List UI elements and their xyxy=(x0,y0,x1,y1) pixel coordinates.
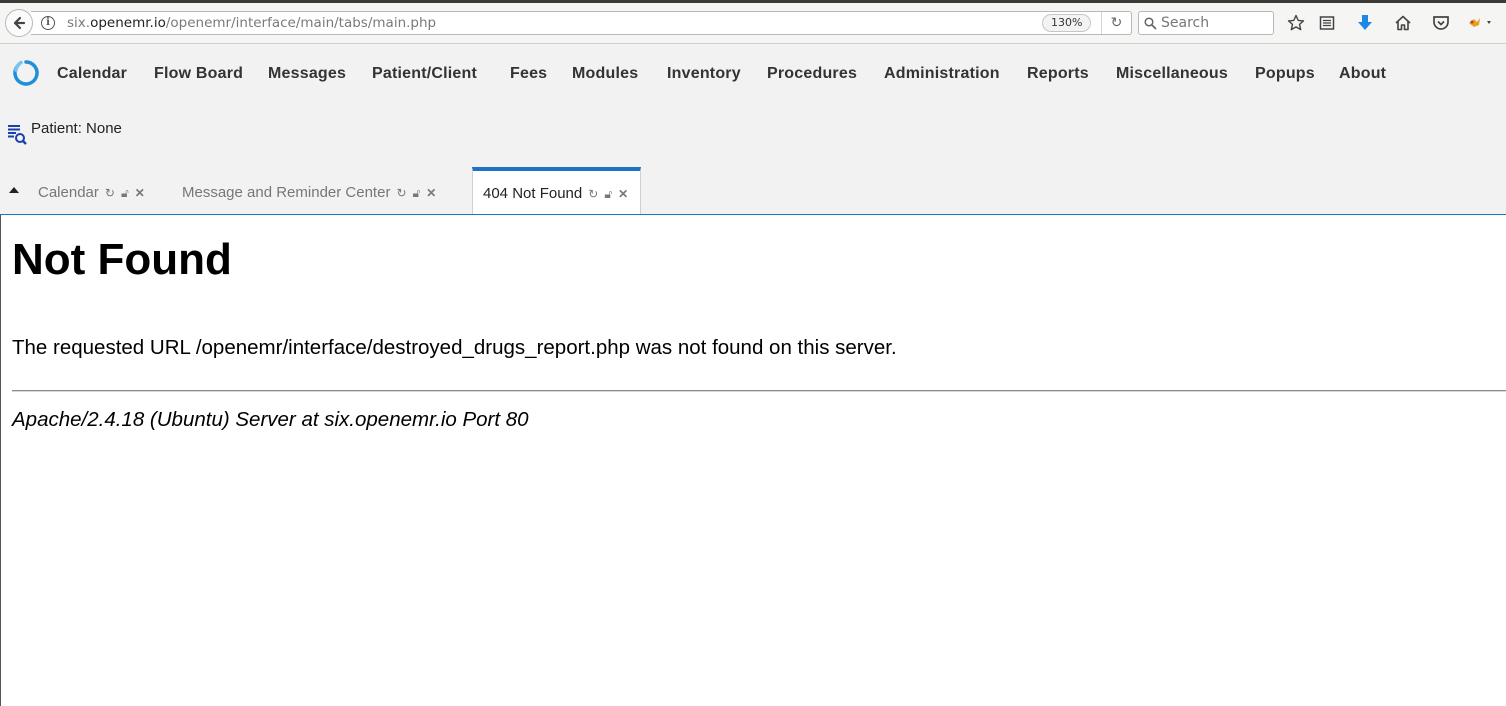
main-menu: Calendar Flow Board Messages Patient/Cli… xyxy=(0,52,1506,96)
content-frame: Not Found The requested URL /openemr/int… xyxy=(0,215,1506,706)
patient-label: Patient: None xyxy=(31,120,122,137)
menu-patient-client[interactable]: Patient/Client xyxy=(372,65,477,83)
tab-404-not-found[interactable]: 404 Not Found ↻ 🔓︎ ✕ xyxy=(472,167,642,215)
menu-procedures[interactable]: Procedures xyxy=(767,65,857,83)
menu-flow-board[interactable]: Flow Board xyxy=(154,65,243,83)
menu-fees[interactable]: Fees xyxy=(510,65,547,83)
tab-message-reminder-center[interactable]: Message and Reminder Center ↻ 🔓︎ ✕ xyxy=(182,167,436,215)
url-bar[interactable]: i six.openemr.io/openemr/interface/main/… xyxy=(31,11,1132,35)
server-signature: Apache/2.4.18 (Ubuntu) Server at six.ope… xyxy=(12,408,529,431)
zoom-level-badge[interactable]: 130% xyxy=(1042,14,1092,32)
extension-menu-icon[interactable] xyxy=(1465,12,1495,34)
menu-reports[interactable]: Reports xyxy=(1027,65,1089,83)
reload-icon[interactable]: ↻ xyxy=(1101,12,1131,34)
unlock-icon[interactable]: 🔓︎ xyxy=(413,186,421,201)
menu-administration[interactable]: Administration xyxy=(884,65,1000,83)
close-icon[interactable]: ✕ xyxy=(618,187,628,201)
tab-calendar[interactable]: Calendar ↻ 🔓︎ ✕ xyxy=(38,167,145,215)
tab-label: Calendar xyxy=(38,184,99,201)
refresh-icon[interactable]: ↻ xyxy=(105,186,115,200)
browser-search-box[interactable] xyxy=(1138,11,1274,35)
refresh-icon[interactable]: ↻ xyxy=(588,187,598,201)
openemr-logo-icon[interactable] xyxy=(12,59,40,87)
back-arrow-icon xyxy=(13,16,26,30)
search-icon xyxy=(1144,17,1157,30)
menu-calendar[interactable]: Calendar xyxy=(57,65,127,83)
tab-label: 404 Not Found xyxy=(483,185,583,202)
divider xyxy=(12,390,1506,392)
menu-popups[interactable]: Popups xyxy=(1255,65,1315,83)
bookmark-star-icon[interactable] xyxy=(1285,12,1307,34)
menu-modules[interactable]: Modules xyxy=(572,65,638,83)
browser-toolbar: i six.openemr.io/openemr/interface/main/… xyxy=(0,0,1506,44)
menu-inventory[interactable]: Inventory xyxy=(667,65,741,83)
refresh-icon[interactable]: ↻ xyxy=(396,186,406,200)
tab-bar: Calendar ↻ 🔓︎ ✕ Message and Reminder Center… xyxy=(0,167,1506,215)
menu-about[interactable]: About xyxy=(1339,65,1386,83)
site-info-icon[interactable]: i xyxy=(41,16,55,30)
unlock-icon[interactable]: 🔓︎ xyxy=(604,187,612,202)
search-input[interactable] xyxy=(1161,14,1269,32)
menu-messages[interactable]: Messages xyxy=(268,65,346,83)
patient-search-icon[interactable] xyxy=(6,124,28,150)
downloads-icon[interactable] xyxy=(1354,12,1376,34)
window-title-strip xyxy=(0,0,1506,3)
page-title: Not Found xyxy=(12,235,232,284)
home-icon[interactable] xyxy=(1392,12,1414,34)
close-icon[interactable]: ✕ xyxy=(135,186,145,200)
back-button[interactable] xyxy=(5,9,33,37)
collapse-caret-icon[interactable] xyxy=(9,187,19,193)
error-message: The requested URL /openemr/interface/des… xyxy=(12,336,897,359)
pocket-icon[interactable] xyxy=(1430,12,1452,34)
menu-miscellaneous[interactable]: Miscellaneous xyxy=(1116,65,1228,83)
url-text[interactable]: six.openemr.io/openemr/interface/main/ta… xyxy=(67,15,436,31)
unlock-icon[interactable]: 🔓︎ xyxy=(121,186,129,201)
reading-list-icon[interactable] xyxy=(1316,12,1338,34)
close-icon[interactable]: ✕ xyxy=(426,186,436,200)
tab-label: Message and Reminder Center xyxy=(182,184,391,201)
